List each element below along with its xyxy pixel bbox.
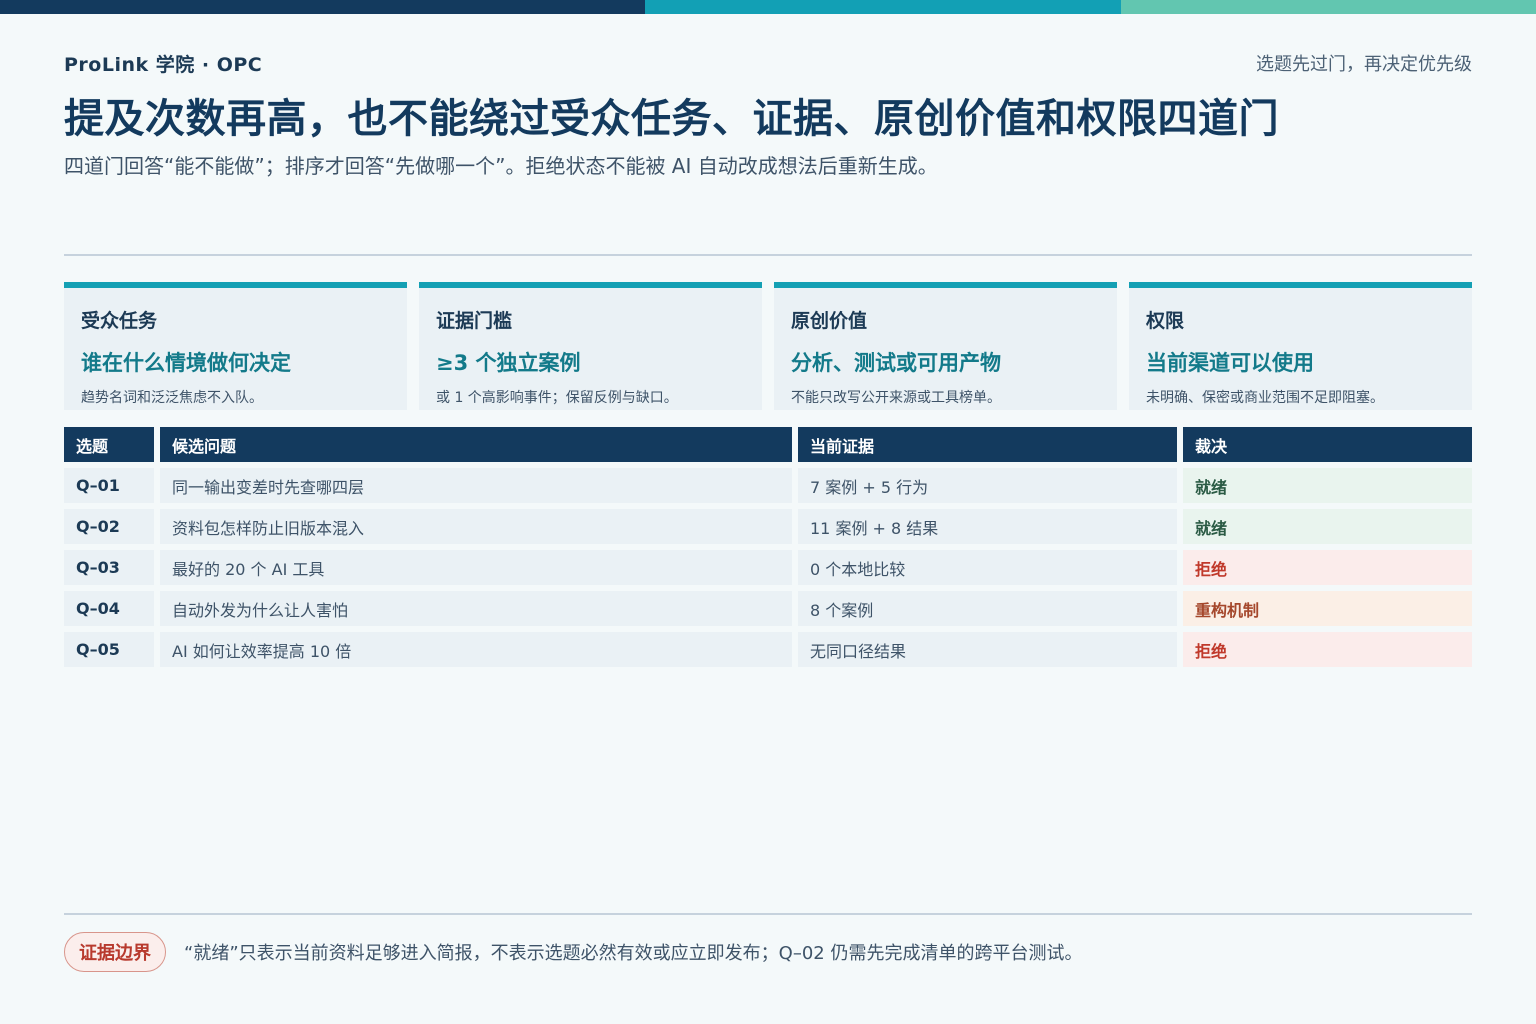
table-row: Q–04 自动外发为什么让人害怕 8 个案例 重构机制 [64,591,1472,626]
gate-rule: 分析、测试或可用产物 [791,351,1001,375]
gate-name: 受众任务 [81,310,158,332]
footer-divider [64,913,1472,915]
top-bar-navy-segment [0,0,645,14]
table-row: Q–01 同一输出变差时先查哪四层 7 案例 + 5 行为 就绪 [64,468,1472,503]
verdict-badge: 就绪 [1183,509,1472,544]
column-header-topic: 选题 [64,427,154,462]
topic-question: 同一输出变差时先查哪四层 [160,468,792,503]
topic-id: Q–04 [64,591,154,626]
gate-name: 证据门槛 [436,310,513,332]
table-row: Q–05 AI 如何让效率提高 10 倍 无同口径结果 拒绝 [64,632,1472,667]
top-bar-teal-segment [645,0,1121,14]
topic-id: Q–03 [64,550,154,585]
header-divider [64,254,1472,256]
page-subtitle: 四道门回答“能不能做”；排序才回答“先做哪一个”。拒绝状态不能被 AI 自动改成… [64,154,938,178]
topic-evidence: 8 个案例 [798,591,1177,626]
verdict-badge: 拒绝 [1183,550,1472,585]
gate-card-originality: 原创价值 分析、测试或可用产物 不能只改写公开来源或工具榜单。 [774,282,1117,410]
gate-note: 或 1 个高影响事件；保留反例与缺口。 [436,390,678,406]
topic-question: 自动外发为什么让人害怕 [160,591,792,626]
topic-question: 最好的 20 个 AI 工具 [160,550,792,585]
topic-id: Q–05 [64,632,154,667]
footer-note: “就绪”只表示当前资料足够进入简报，不表示选题必然有效或应立即发布；Q–02 仍… [184,943,1083,964]
column-header-evidence: 当前证据 [798,427,1177,462]
verdict-badge: 就绪 [1183,468,1472,503]
gate-note: 趋势名词和泛泛焦虑不入队。 [81,390,263,406]
top-bar-mint-segment [1121,0,1536,14]
verdict-badge: 重构机制 [1183,591,1472,626]
gate-cards: 受众任务 谁在什么情境做何决定 趋势名词和泛泛焦虑不入队。 证据门槛 ≥3 个独… [64,282,1472,410]
gate-note: 不能只改写公开来源或工具榜单。 [791,390,1001,406]
topic-evidence: 无同口径结果 [798,632,1177,667]
topic-evidence: 11 案例 + 8 结果 [798,509,1177,544]
gate-card-evidence: 证据门槛 ≥3 个独立案例 或 1 个高影响事件；保留反例与缺口。 [419,282,762,410]
gate-rule: 谁在什么情境做何决定 [81,351,291,375]
topic-question: 资料包怎样防止旧版本混入 [160,509,792,544]
gate-name: 原创价值 [791,310,868,332]
footer: 证据边界 “就绪”只表示当前资料足够进入简报，不表示选题必然有效或应立即发布；Q… [64,932,1082,972]
column-header-question: 候选问题 [160,427,792,462]
gate-note: 未明确、保密或商业范围不足即阻塞。 [1146,390,1384,406]
verdict-badge: 拒绝 [1183,632,1472,667]
topic-question: AI 如何让效率提高 10 倍 [160,632,792,667]
gate-name: 权限 [1146,310,1185,332]
table-row: Q–03 最好的 20 个 AI 工具 0 个本地比较 拒绝 [64,550,1472,585]
topic-table: 选题 候选问题 当前证据 裁决 Q–01 同一输出变差时先查哪四层 7 案例 +… [64,427,1472,673]
topic-evidence: 7 案例 + 5 行为 [798,468,1177,503]
column-header-verdict: 裁决 [1183,427,1472,462]
evidence-boundary-badge: 证据边界 [64,932,166,972]
tagline: 选题先过门，再决定优先级 [1256,54,1472,75]
gate-card-permission: 权限 当前渠道可以使用 未明确、保密或商业范围不足即阻塞。 [1129,282,1472,410]
topic-id: Q–02 [64,509,154,544]
topic-evidence: 0 个本地比较 [798,550,1177,585]
gate-rule: 当前渠道可以使用 [1146,351,1314,375]
topic-id: Q–01 [64,468,154,503]
gate-rule: ≥3 个独立案例 [436,351,581,375]
gate-card-audience: 受众任务 谁在什么情境做何决定 趋势名词和泛泛焦虑不入队。 [64,282,407,410]
brand-label: ProLink 学院 · OPC [64,54,263,76]
table-header-row: 选题 候选问题 当前证据 裁决 [64,427,1472,462]
page-title: 提及次数再高，也不能绕过受众任务、证据、原创价值和权限四道门 [64,96,1279,142]
top-color-bar [0,0,1536,14]
table-row: Q–02 资料包怎样防止旧版本混入 11 案例 + 8 结果 就绪 [64,509,1472,544]
